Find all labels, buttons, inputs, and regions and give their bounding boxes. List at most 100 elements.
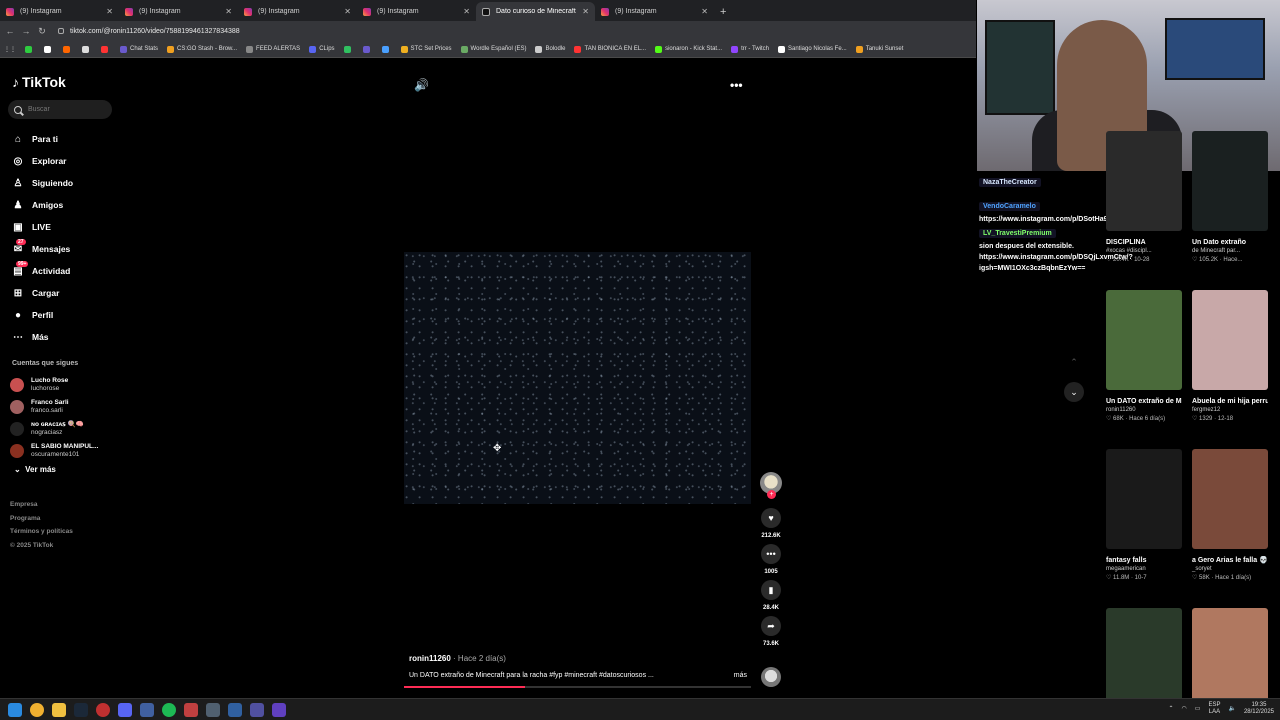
bookmark-item[interactable]: [343, 45, 354, 53]
bookmark-item[interactable]: Chat Stats: [120, 45, 158, 53]
see-more-button[interactable]: ⌄ Ver más: [14, 465, 56, 474]
video-thumbnail[interactable]: [1106, 608, 1182, 708]
close-tab-icon[interactable]: ✕: [582, 7, 589, 16]
app-icon-2[interactable]: [206, 702, 220, 717]
browser-tab[interactable]: (9) Instagram ✕: [119, 2, 238, 21]
video-thumbnail[interactable]: [1106, 290, 1182, 390]
bookmark-item[interactable]: TAN BIONICA EN EL...: [574, 45, 646, 53]
bookmark-item[interactable]: [63, 45, 73, 53]
spotify-icon[interactable]: [162, 702, 176, 717]
browser-tab[interactable]: (9) Instagram ✕: [357, 2, 476, 21]
video-player[interactable]: [404, 252, 751, 504]
reload-icon[interactable]: ↻: [36, 26, 48, 37]
bookmark-item[interactable]: [362, 45, 373, 53]
steam-icon[interactable]: [74, 702, 88, 717]
file-explorer-icon[interactable]: [52, 702, 66, 717]
bookmark-item[interactable]: CLips: [309, 45, 335, 53]
related-video-card[interactable]: Un DATO extraño de Minecraft par...ronin…: [1106, 290, 1182, 422]
app-icon-4[interactable]: [250, 702, 264, 717]
browser-tab[interactable]: (9) Instagram ✕: [0, 2, 119, 21]
browser-tab[interactable]: (9) Instagram ✕: [595, 2, 714, 21]
video-progress-bar[interactable]: [404, 686, 751, 688]
nav-item-actividad[interactable]: ▤ 99+ Actividad: [12, 260, 73, 282]
related-video-author[interactable]: de Minecraft par...: [1192, 248, 1268, 254]
bookmark-item[interactable]: Bolodle: [535, 45, 565, 53]
related-video-card[interactable]: [1106, 608, 1182, 708]
bookmark-item[interactable]: STC Set Prices: [400, 45, 452, 53]
share-icon[interactable]: ➦: [761, 616, 781, 636]
close-tab-icon[interactable]: ✕: [225, 7, 232, 16]
windows-start-icon[interactable]: [8, 702, 22, 717]
next-video-button[interactable]: ⌄: [1064, 382, 1084, 402]
new-tab-icon[interactable]: +: [714, 6, 732, 21]
chrome-icon[interactable]: [30, 702, 44, 717]
following-account[interactable]: ɴᴏ ɢʀᴀᴄɪᴀ𝕤 🍭🧠 nograciasz: [10, 418, 98, 440]
back-icon[interactable]: ←: [4, 26, 16, 36]
discord-icon[interactable]: [118, 702, 132, 717]
lang-indicator[interactable]: ESP LAA: [1208, 702, 1220, 716]
video-thumbnail[interactable]: [1106, 131, 1182, 231]
footer-link[interactable]: Programa: [10, 512, 73, 526]
bookmark-item[interactable]: [381, 45, 392, 53]
browser-tab[interactable]: Dato curioso de Minecraft ✕: [476, 2, 595, 21]
related-video-card[interactable]: a Gero Arias le falla 💀 💀 ..._soryet ♡ 58…: [1192, 449, 1268, 581]
stream-deck-icon[interactable]: [184, 702, 198, 717]
nav-item-explorar[interactable]: ◎ Explorar: [12, 150, 73, 172]
bookmark-item[interactable]: Santiago Nicolas Fe...: [777, 45, 847, 53]
browser-tab[interactable]: (9) Instagram ✕: [238, 2, 357, 21]
nav-item-amigos[interactable]: ♟ Amigos: [12, 194, 73, 216]
forward-icon[interactable]: →: [20, 26, 32, 36]
bookmark-item[interactable]: [82, 45, 92, 53]
comment-icon[interactable]: •••: [761, 544, 781, 564]
video-thumbnail[interactable]: [1106, 449, 1182, 549]
video-thumbnail[interactable]: [1192, 131, 1268, 231]
bookmark-item[interactable]: CS:GO Stash - Brow...: [167, 45, 237, 53]
like-action[interactable]: ♥ 212.6K: [757, 508, 785, 539]
footer-link[interactable]: Términos y políticas: [10, 525, 73, 539]
related-video-title[interactable]: fantasy falls: [1106, 556, 1182, 565]
close-tab-icon[interactable]: ✕: [344, 7, 351, 16]
nav-item-más[interactable]: ⋯ Más: [12, 326, 73, 348]
author-name[interactable]: ronin11260: [409, 654, 451, 663]
clock[interactable]: 19:35 28/12/2025: [1244, 702, 1274, 716]
related-video-card[interactable]: DISCIPLINA #xocas #discipl... ♡ 20.4K · 10…: [1106, 131, 1182, 263]
battery-icon[interactable]: ▭: [1195, 706, 1201, 713]
more-link[interactable]: más: [734, 672, 747, 679]
related-video-title[interactable]: Un DATO extraño de Minecraft par...: [1106, 397, 1182, 406]
bookmark-icon[interactable]: ▮: [761, 580, 781, 600]
related-video-author[interactable]: fergmez12: [1192, 407, 1268, 413]
nav-item-cargar[interactable]: ⊞ Cargar: [12, 282, 73, 304]
following-account[interactable]: EL SABIO MANIPUL... oscuramente101: [10, 440, 98, 462]
bookmark-item[interactable]: [25, 45, 35, 53]
save-action[interactable]: ▮ 28.4K: [757, 580, 785, 611]
related-video-title[interactable]: Abuela de mi hija perruna 🐕 💕 ...: [1192, 397, 1268, 406]
related-video-author[interactable]: _soryet: [1192, 566, 1268, 572]
app-icon[interactable]: [140, 702, 154, 717]
speaker-icon[interactable]: 🔈: [1228, 706, 1235, 713]
share-action[interactable]: ➦ 73.6K: [757, 616, 785, 647]
related-video-card[interactable]: fantasy falls megaamerican ♡ 11.8M · 10-7: [1106, 449, 1182, 581]
close-tab-icon[interactable]: ✕: [106, 7, 113, 16]
related-video-author[interactable]: ronin11260: [1106, 407, 1182, 413]
apps-icon[interactable]: ⋮⋮: [4, 46, 16, 53]
nav-item-para-ti[interactable]: ⌂ Para ti: [12, 128, 73, 150]
obs-icon[interactable]: [96, 702, 110, 717]
nav-item-siguiendo[interactable]: ♙ Siguiendo: [12, 172, 74, 194]
related-video-card[interactable]: Abuela de mi hija perruna 🐕 💕 ...fergmez…: [1192, 290, 1268, 422]
more-options-icon[interactable]: •••: [730, 78, 743, 92]
footer-link[interactable]: Empresa: [10, 498, 73, 512]
search-input[interactable]: Buscar: [8, 100, 112, 119]
tray-chevron-icon[interactable]: ⌃: [1169, 706, 1174, 713]
related-video-card[interactable]: Un Dato extraño de Minecraft par... ♡ 105.…: [1192, 131, 1268, 263]
app-icon-3[interactable]: [228, 702, 242, 717]
following-account[interactable]: Franco Sarli franco.sarli: [10, 396, 98, 418]
video-author[interactable]: ronin11260 · Hace 2 día(s): [409, 654, 747, 663]
author-avatar[interactable]: +: [760, 472, 782, 499]
bookmark-item[interactable]: trr - Twitch: [731, 45, 769, 53]
bookmark-item[interactable]: Wordle Español (ES): [460, 45, 526, 53]
bookmark-item[interactable]: [101, 45, 111, 53]
related-video-author[interactable]: megaamerican: [1106, 566, 1182, 572]
follow-plus-icon[interactable]: +: [767, 490, 776, 499]
previous-video-button[interactable]: ⌃: [1064, 352, 1084, 372]
app-icon-5[interactable]: [272, 702, 286, 717]
